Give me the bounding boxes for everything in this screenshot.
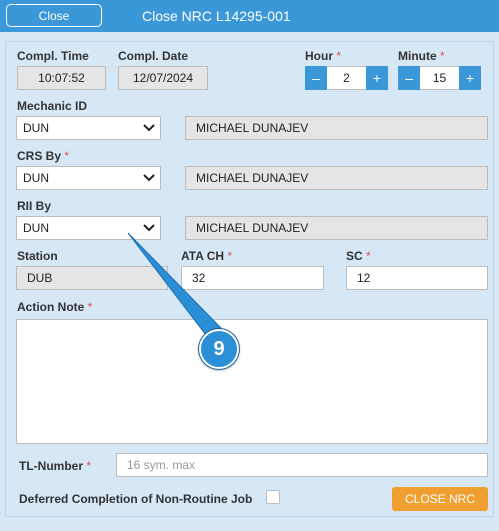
rii-by-selected: DUN xyxy=(23,221,49,235)
ata-ch-input[interactable] xyxy=(181,266,324,290)
mechanic-id-select[interactable]: DUN xyxy=(16,116,161,140)
annotation-marker: 9 xyxy=(199,329,239,369)
close-nrc-button[interactable]: CLOSE NRC xyxy=(392,487,488,511)
rii-by-select[interactable]: DUN xyxy=(16,216,161,240)
hour-decrement-button[interactable]: – xyxy=(305,66,327,90)
required-marker: * xyxy=(64,149,70,163)
chevron-down-icon xyxy=(143,124,155,132)
hour-value[interactable]: 2 xyxy=(327,66,366,90)
tl-number-label: TL-Number * xyxy=(19,459,92,473)
mechanic-id-selected: DUN xyxy=(23,121,49,135)
crs-by-label: CRS By * xyxy=(17,149,70,163)
dialog-header: Close Close NRC L14295-001 xyxy=(0,0,499,32)
required-marker: * xyxy=(86,459,92,473)
sc-input[interactable] xyxy=(346,266,488,290)
chevron-down-icon xyxy=(143,174,155,182)
minute-stepper: – 15 + xyxy=(398,66,481,90)
crs-by-select[interactable]: DUN xyxy=(16,166,161,190)
required-marker: * xyxy=(227,249,233,263)
action-note-label: Action Note * xyxy=(17,300,93,314)
station-field: DUB xyxy=(16,266,168,290)
hour-increment-button[interactable]: + xyxy=(366,66,388,90)
compl-date-label: Compl. Date xyxy=(118,49,189,63)
tl-number-input[interactable] xyxy=(116,453,488,477)
rii-by-label: RII By xyxy=(17,199,52,213)
station-label: Station xyxy=(17,249,58,263)
dialog-title: Close NRC L14295-001 xyxy=(142,8,291,24)
crs-by-selected: DUN xyxy=(23,171,49,185)
required-marker: * xyxy=(440,49,445,63)
minute-value[interactable]: 15 xyxy=(420,66,459,90)
chevron-down-icon xyxy=(143,224,155,232)
compl-date-field: 12/07/2024 xyxy=(118,66,208,90)
compl-time-label: Compl. Time xyxy=(17,49,89,63)
sc-label: SC * xyxy=(346,249,371,263)
mechanic-id-label: Mechanic ID xyxy=(17,99,88,113)
deferred-label: Deferred Completion of Non-Routine Job xyxy=(19,492,253,506)
required-marker: * xyxy=(336,49,342,63)
close-button[interactable]: Close xyxy=(6,4,102,27)
required-marker: * xyxy=(87,300,93,314)
minute-label: Minute * xyxy=(398,49,445,63)
rii-name-field: MICHAEL DUNAJEV xyxy=(185,216,488,240)
minute-increment-button[interactable]: + xyxy=(459,66,481,90)
hour-stepper: – 2 + xyxy=(305,66,388,90)
hour-label: Hour * xyxy=(305,49,342,63)
required-marker: * xyxy=(366,249,371,263)
mechanic-name-field: MICHAEL DUNAJEV xyxy=(185,116,488,140)
action-note-textarea[interactable] xyxy=(16,319,488,444)
crs-name-field: MICHAEL DUNAJEV xyxy=(185,166,488,190)
ata-ch-label: ATA CH * xyxy=(181,249,233,263)
compl-time-field: 10:07:52 xyxy=(17,66,106,90)
minute-decrement-button[interactable]: – xyxy=(398,66,420,90)
deferred-checkbox[interactable] xyxy=(266,490,280,504)
